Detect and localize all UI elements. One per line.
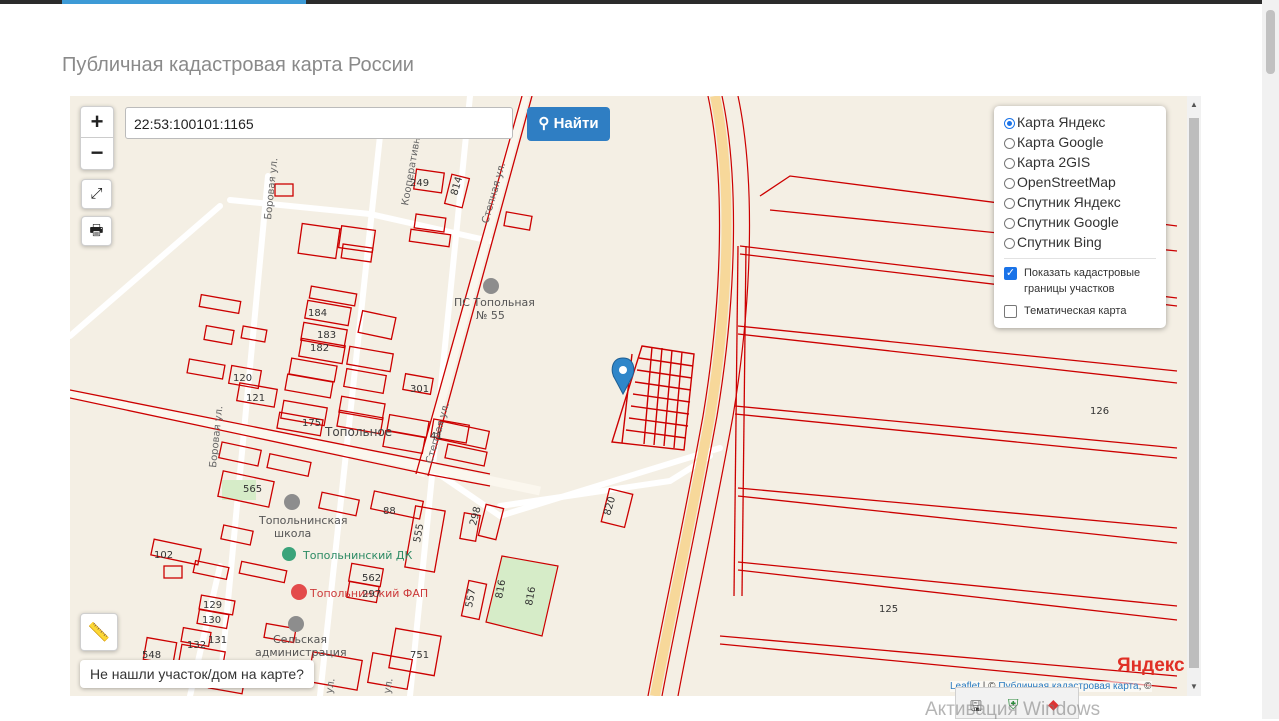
base-layer-label: Спутник Bing: [1017, 234, 1102, 250]
parcel-number: 130: [202, 615, 221, 626]
search-icon: ⚲: [538, 115, 550, 132]
label-village: Топольное: [324, 425, 392, 439]
thematic-label: Тематическая карта: [1024, 305, 1127, 317]
base-layer-label: Карта Google: [1017, 134, 1104, 150]
parcel-number: 182: [310, 343, 329, 354]
not-found-button[interactable]: Не нашли участок/дом на карте?: [80, 660, 314, 688]
parcel-number: 301: [410, 384, 429, 395]
top-bar: [0, 0, 1262, 4]
parcel-number: 121: [246, 393, 265, 404]
parcel-number: 132: [187, 640, 206, 651]
main-road: [70, 389, 541, 496]
base-layer-radio[interactable]: [1004, 238, 1015, 249]
parcel-number: 820: [602, 495, 618, 516]
label-admin-1: Сельская: [273, 633, 327, 646]
base-layer-radio[interactable]: [1004, 158, 1015, 169]
show-borders-toggle[interactable]: ✓ Показать кадастровые границы участков: [1004, 265, 1166, 297]
label-school-2: школа: [274, 527, 311, 540]
yandex-logo: Яндекс: [1117, 655, 1185, 676]
label-admin-2: администрация: [255, 646, 347, 659]
parcel-number: 125: [879, 604, 898, 615]
base-layer-radio[interactable]: [1004, 178, 1015, 189]
parcel-number: 88: [383, 506, 396, 517]
label-school-1: Топольнинская: [258, 514, 347, 527]
zoom-out-button[interactable]: −: [81, 137, 113, 168]
page-title: Публичная кадастровая карта России: [62, 54, 414, 76]
base-layer-label: OpenStreetMap: [1017, 174, 1116, 190]
poi-icons: [282, 278, 499, 632]
cadastral-number-input[interactable]: 22:53:100101:1165: [125, 107, 513, 139]
label-dk: Топольнинский ДК: [302, 549, 412, 562]
search-button[interactable]: ⚲ Найти: [527, 107, 610, 141]
parcel-number: 562: [362, 573, 381, 584]
scroll-down-icon[interactable]: ▼: [1187, 680, 1201, 694]
base-layer-option[interactable]: OpenStreetMap: [1004, 172, 1166, 192]
parcel-number: 175: [302, 418, 321, 429]
base-layer-label: Спутник Яндекс: [1017, 194, 1121, 210]
print-icon[interactable]: 🖶: [81, 216, 112, 246]
show-borders-checkbox[interactable]: ✓: [1004, 267, 1017, 280]
base-layer-radio[interactable]: [1004, 138, 1015, 149]
parcel-number: 297: [362, 589, 381, 600]
base-layer-option[interactable]: Карта Google: [1004, 132, 1166, 152]
windows-watermark: Активация Windows: [925, 699, 1101, 720]
base-layer-option[interactable]: Карта 2GIS: [1004, 152, 1166, 172]
label-street-borovaya-north: Боровая ул.: [263, 157, 280, 220]
layers-divider: [1004, 258, 1156, 259]
base-layer-radio[interactable]: [1004, 218, 1015, 229]
base-layer-option[interactable]: Спутник Bing: [1004, 232, 1166, 252]
base-layer-option[interactable]: Спутник Яндекс: [1004, 192, 1166, 212]
show-borders-label: Показать кадастровые границы участков: [1024, 267, 1141, 295]
thematic-toggle[interactable]: Тематическая карта: [1004, 303, 1166, 319]
parcel-number: 565: [243, 484, 262, 495]
layers-panel: Карта Яндекс Карта Google Карта 2GIS OpenSt…: [994, 106, 1166, 328]
parcel-number: 120: [233, 373, 252, 384]
parcel-number: 126: [1090, 406, 1109, 417]
label-street-ul-b: ул.: [382, 677, 396, 694]
ruler-icon[interactable]: 📏: [80, 613, 118, 651]
parcel-number: 102: [154, 550, 173, 561]
base-layer-label: Спутник Google: [1017, 214, 1119, 230]
parcel-numbers: 249 8141841831821201211753014156588 298555…: [142, 175, 1109, 661]
thematic-checkbox[interactable]: [1004, 305, 1017, 318]
page-scrollbar[interactable]: [1262, 0, 1279, 719]
search-button-label: Найти: [553, 115, 599, 132]
zoom-in-button[interactable]: +: [81, 107, 113, 137]
attribution-copyright: , ©: [1138, 681, 1152, 692]
minor-roads: [70, 96, 723, 696]
location-marker[interactable]: [611, 357, 635, 396]
parcel-number: 184: [308, 308, 327, 319]
label-substation-num: № 55: [476, 309, 505, 322]
zoom-control[interactable]: + −: [80, 106, 114, 170]
parcel-number: 249: [410, 178, 429, 189]
parcel-number: 41: [430, 431, 443, 442]
stepnaya-border-left: [415, 96, 523, 475]
base-layer-radio[interactable]: [1004, 198, 1015, 209]
cadastral-map[interactable]: Топольное ПС Топольная № 55 Топольнинска…: [70, 96, 1201, 696]
page-scrollbar-thumb[interactable]: [1266, 10, 1275, 74]
scroll-up-icon[interactable]: ▲: [1187, 98, 1201, 112]
base-layer-label: Карта 2GIS: [1017, 154, 1091, 170]
map-scrollbar-thumb[interactable]: [1189, 118, 1199, 668]
map-scrollbar[interactable]: ▲ ▼: [1187, 96, 1201, 696]
fullscreen-icon[interactable]: ⤢: [81, 179, 112, 209]
parcel-number: 129: [203, 600, 222, 611]
parcel-number: 183: [317, 330, 336, 341]
parcel-number: 131: [208, 635, 227, 646]
label-street-ul-a: ул.: [324, 677, 338, 694]
base-layer-option[interactable]: Спутник Google: [1004, 212, 1166, 232]
parcel-number: 751: [410, 650, 429, 661]
parcel-number: 557: [464, 588, 478, 609]
top-bar-accent: [62, 0, 306, 4]
base-layer-option[interactable]: Карта Яндекс: [1004, 112, 1166, 132]
base-layer-label: Карта Яндекс: [1017, 114, 1106, 130]
base-layer-radio[interactable]: [1004, 118, 1015, 129]
label-substation: ПС Топольная: [454, 296, 535, 309]
